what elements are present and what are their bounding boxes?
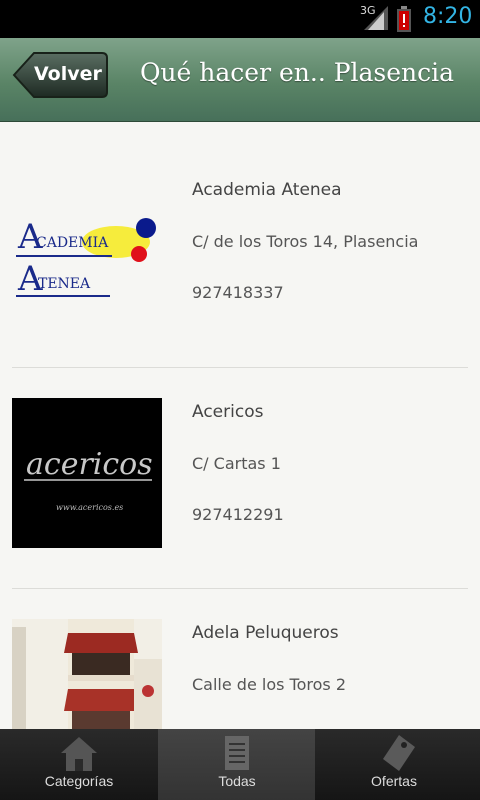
tab-label: Categorías [44,773,114,789]
place-info: Acericos C/ Cartas 1 927412291 [192,402,284,524]
status-bar: 3G 8:20 [0,0,480,38]
places-list: A CADEMIA A TENEA Academia Atenea C/ de … [0,122,480,729]
tab-todas[interactable]: Todas [158,729,315,800]
logo-text-line1: CADEMIA [36,235,109,251]
list-item[interactable]: acericos www.acericos.es Acericos C/ Car… [0,368,480,588]
place-phone: 927418337 [192,283,284,302]
bottom-tab-bar: Categorías Todas Ofertas [0,729,480,800]
tab-label: Ofertas [371,773,417,789]
tab-ofertas[interactable]: Ofertas [315,729,480,800]
academia-atenea-logo: A CADEMIA A TENEA [12,204,158,304]
app-header: Volver Qué hacer en.. Plasencia [0,38,480,122]
battery-icon [397,6,411,32]
place-address: C/ Cartas 1 [192,454,281,473]
tab-categorias[interactable]: Categorías [0,729,158,800]
place-info: Adela Peluqueros Calle de los Toros 2 92… [192,623,346,729]
acericos-logo: acericos www.acericos.es [12,398,162,548]
logo-url-text: www.acericos.es [56,503,123,512]
place-info: Academia Atenea C/ de los Toros 14, Plas… [192,180,418,302]
place-address: C/ de los Toros 14, Plasencia [192,232,419,251]
logo-text-line2: TENEA [38,276,91,292]
list-item[interactable]: A CADEMIA A TENEA Academia Atenea C/ de … [0,122,480,367]
place-name: Adela Peluqueros [192,623,339,643]
house-icon [61,737,97,771]
back-button[interactable]: Volver [12,51,108,99]
back-button-label: Volver [34,63,102,85]
place-name: Acericos [192,402,264,422]
place-address: Calle de los Toros 2 [192,675,346,694]
logo-text: acericos [26,447,153,482]
place-phone: 927412291 [192,505,284,524]
signal-icon [364,6,388,30]
tab-label: Todas [218,773,256,789]
list-document-icon [225,736,249,770]
place-name: Academia Atenea [192,180,342,200]
list-item[interactable]: Adela Peluqueros Calle de los Toros 2 92… [0,589,480,729]
adela-peluqueros-photo [12,619,162,729]
tag-icon [383,735,415,771]
clock: 8:20 [423,4,473,29]
page-title: Qué hacer en.. Plasencia [139,58,455,87]
